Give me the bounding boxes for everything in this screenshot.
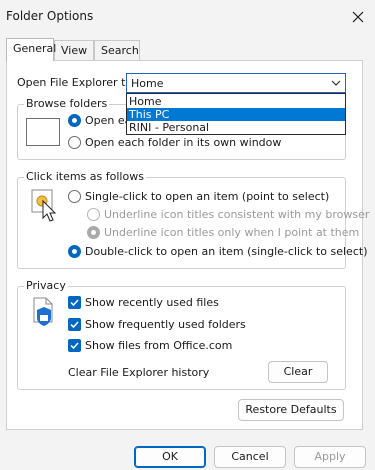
tab-search[interactable]: Search xyxy=(94,40,140,60)
radio-own-window[interactable] xyxy=(68,136,81,149)
tab-view[interactable]: View xyxy=(54,40,94,60)
clear-history-button[interactable]: Clear xyxy=(268,361,328,383)
open-explorer-options-list: Home This PC RINI - Personal xyxy=(126,93,346,135)
radio-double-click[interactable] xyxy=(68,245,81,258)
open-explorer-label: Open File Explorer to: xyxy=(17,76,136,89)
option-rini-personal[interactable]: RINI - Personal xyxy=(127,121,345,134)
checkbox-office-files[interactable] xyxy=(68,339,81,352)
privacy-title: Privacy xyxy=(24,279,68,292)
clear-history-label: Clear File Explorer history xyxy=(68,366,210,379)
tab-search-label: Search xyxy=(101,44,139,57)
own-window-label: Open each folder in its own window xyxy=(85,136,282,149)
radio-underline-point[interactable] xyxy=(87,226,100,239)
close-button[interactable] xyxy=(346,6,370,28)
check-icon xyxy=(70,299,79,307)
recent-files-label: Show recently used files xyxy=(85,296,219,309)
radio-single-click[interactable] xyxy=(68,190,81,203)
click-pointer-icon xyxy=(31,189,57,222)
option-home[interactable]: Home xyxy=(127,95,345,108)
tab-view-label: View xyxy=(61,44,88,57)
check-icon xyxy=(70,342,79,350)
open-explorer-dropdown[interactable]: Home xyxy=(126,73,346,93)
checkbox-frequent-folders[interactable] xyxy=(68,318,81,331)
tab-general-label: General xyxy=(13,42,57,55)
checkbox-recent-files[interactable] xyxy=(68,296,81,309)
ok-button[interactable]: OK xyxy=(134,446,206,468)
option-this-pc[interactable]: This PC xyxy=(127,108,345,121)
close-icon xyxy=(352,11,364,23)
underline-browser-label: Underline icon titles consistent with my… xyxy=(104,208,370,221)
tab-general[interactable]: General xyxy=(6,38,57,61)
single-click-label: Single-click to open an item (point to s… xyxy=(85,190,330,203)
radio-same-window[interactable] xyxy=(68,114,81,127)
title-bar: Folder Options xyxy=(0,0,375,32)
radio-underline-browser[interactable] xyxy=(87,208,100,221)
click-items-title: Click items as follows xyxy=(24,170,146,183)
cancel-button[interactable]: Cancel xyxy=(214,446,286,468)
restore-defaults-button[interactable]: Restore Defaults xyxy=(238,399,344,421)
same-window-label: Open ea xyxy=(85,114,132,127)
check-icon xyxy=(70,321,79,329)
window-title: Folder Options xyxy=(6,9,94,23)
apply-button[interactable]: Apply xyxy=(294,446,366,468)
chevron-down-icon xyxy=(331,80,341,86)
underline-point-label: Underline icon titles only when I point … xyxy=(104,226,360,239)
browse-folders-title: Browse folders xyxy=(24,97,110,110)
privacy-shield-icon xyxy=(33,297,53,326)
open-explorer-selected: Home xyxy=(131,77,164,90)
double-click-label: Double-click to open an item (single-cli… xyxy=(85,245,368,258)
office-files-label: Show files from Office.com xyxy=(85,339,233,352)
window-preview-icon xyxy=(26,118,60,146)
frequent-folders-label: Show frequently used folders xyxy=(85,318,246,331)
